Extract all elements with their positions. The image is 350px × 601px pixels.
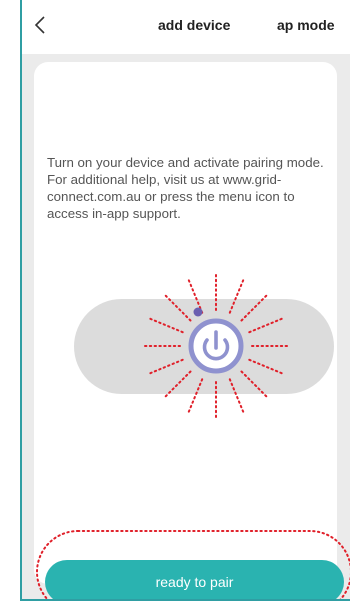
power-icon: [188, 318, 244, 374]
pairing-instructions: Turn on your device and activate pairing…: [47, 155, 324, 221]
status-light: [193, 307, 203, 317]
chevron-left-icon[interactable]: [33, 14, 49, 36]
content-card: Turn on your device and activate pairing…: [34, 62, 350, 599]
ready-to-pair-button[interactable]: ready to pair: [45, 560, 344, 599]
ap-mode-link[interactable]: ap mode: [277, 17, 335, 33]
navigation-bar: add device ap mode: [22, 0, 350, 54]
device-illustration: [74, 271, 334, 421]
app-screen: add device ap mode Turn on your device a…: [22, 0, 350, 599]
device-frame: add device ap mode Turn on your device a…: [20, 0, 350, 601]
page-title: add device: [158, 17, 231, 33]
